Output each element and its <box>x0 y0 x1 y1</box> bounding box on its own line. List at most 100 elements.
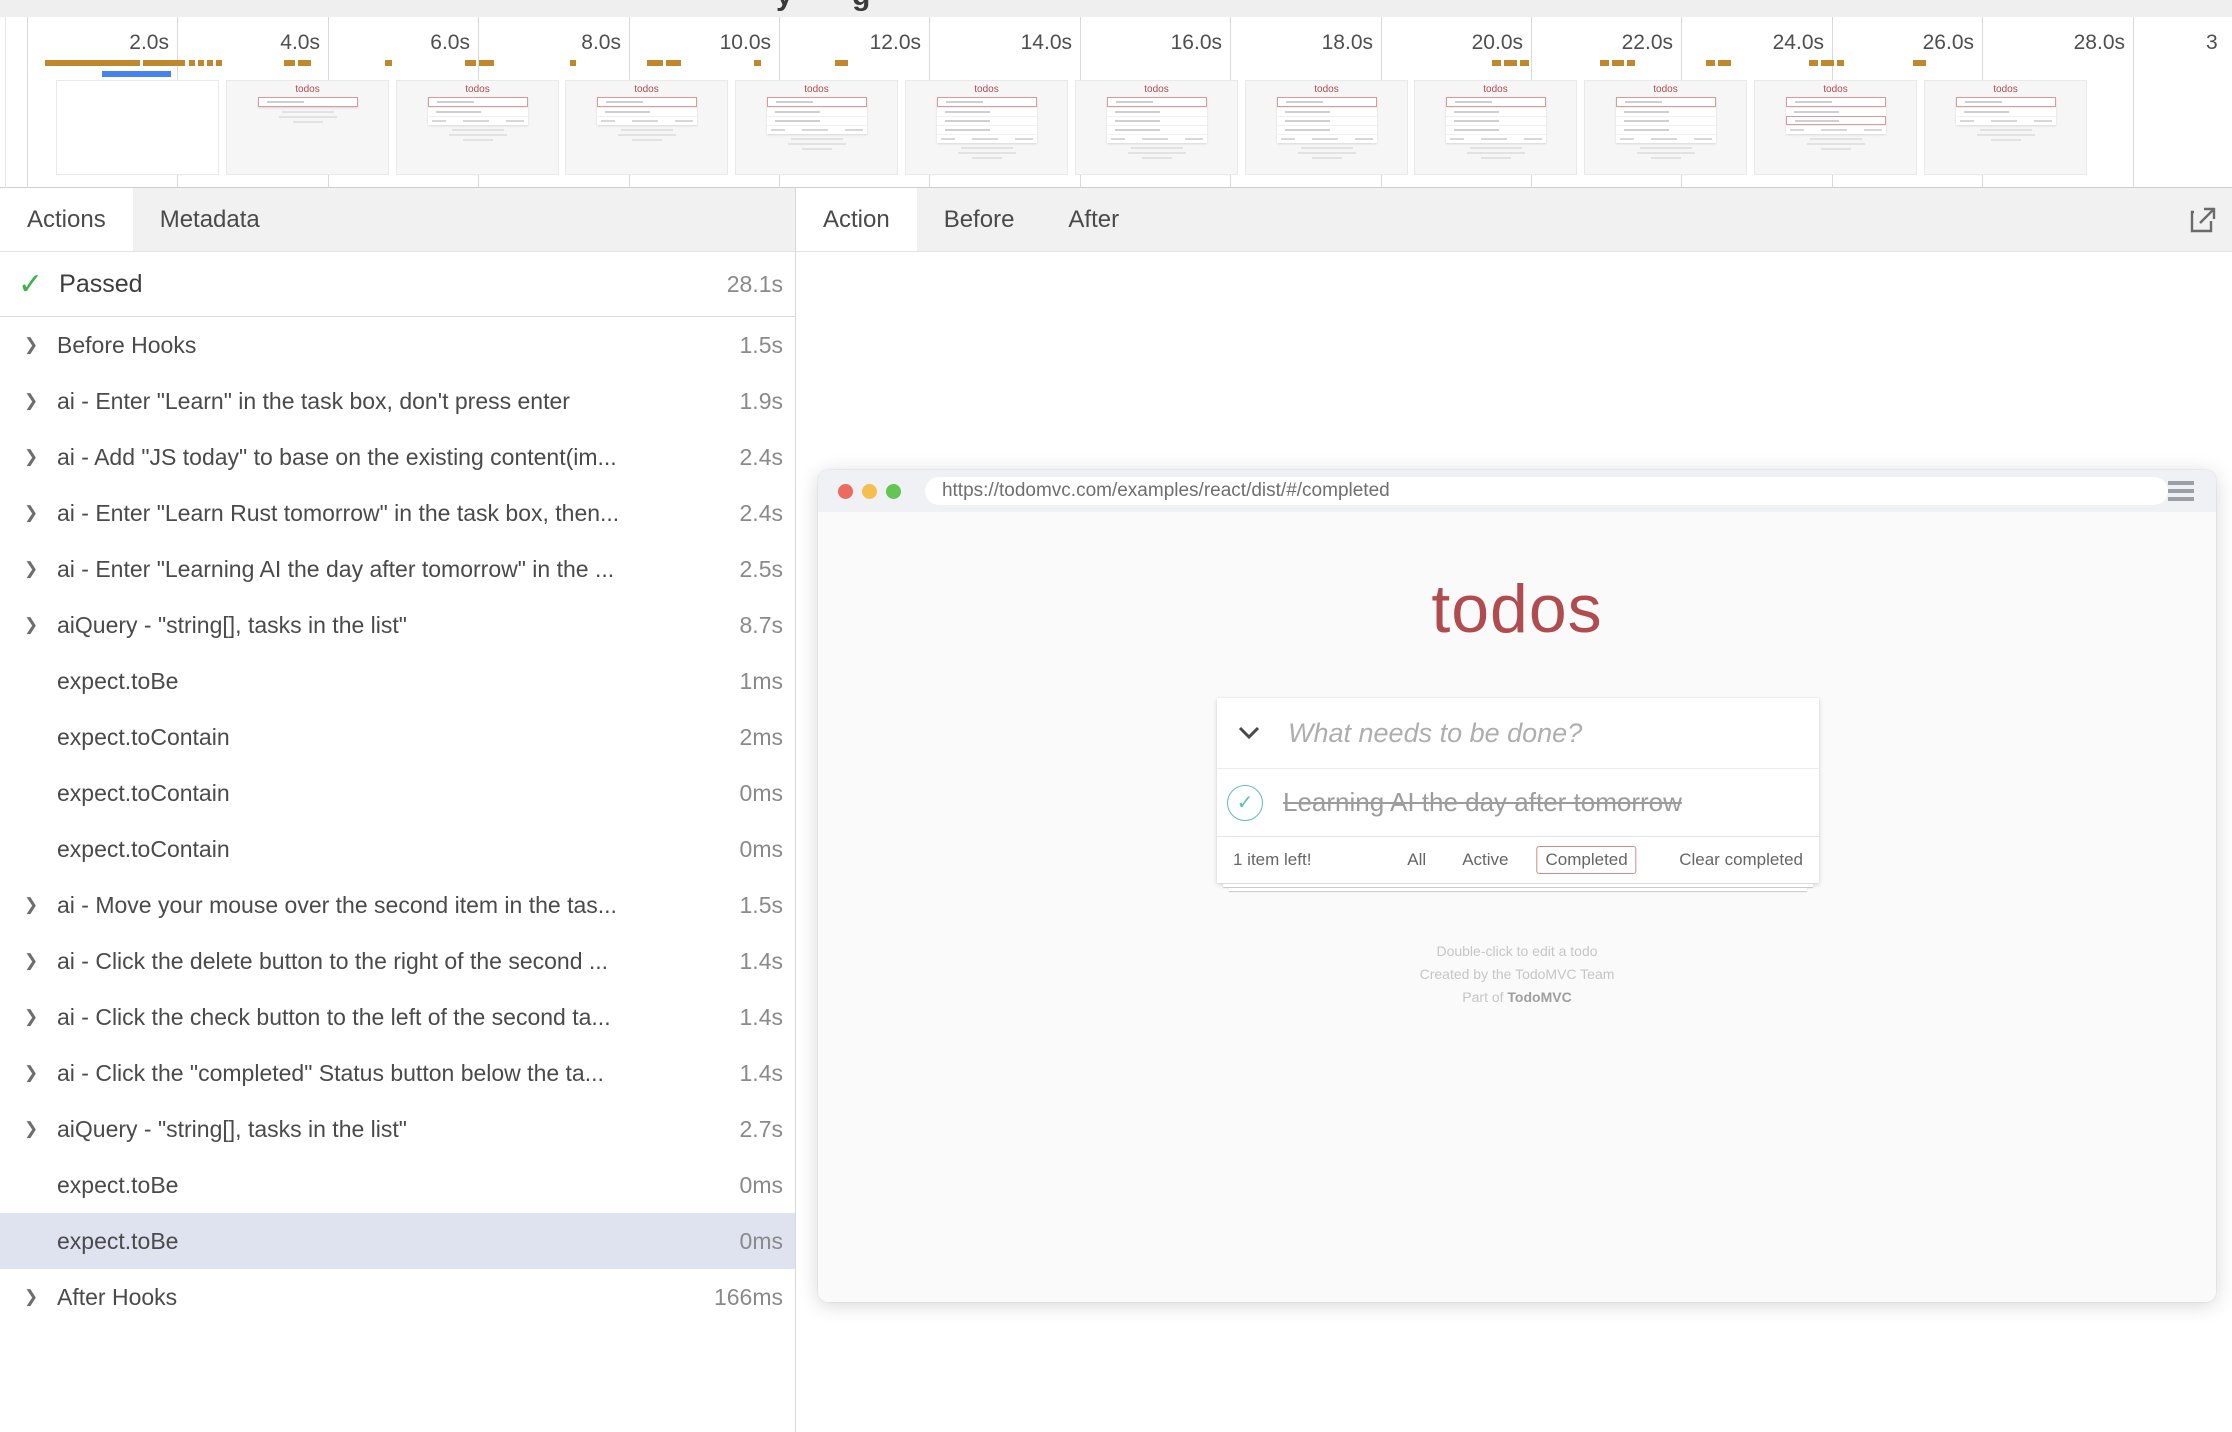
timeline-tick-label: 10.0s <box>639 31 771 55</box>
todo-complete-check-icon[interactable]: ✓ <box>1227 785 1263 821</box>
expand-chevron-icon[interactable]: ❯ <box>24 895 44 915</box>
open-snapshot-external-icon[interactable] <box>2186 203 2220 237</box>
thumbnail-mini-input <box>1107 97 1207 107</box>
tab-metadata[interactable]: Metadata <box>133 188 287 251</box>
timeline-tick-label: 22.0s <box>1541 31 1673 55</box>
traffic-light-zoom <box>886 484 901 499</box>
action-row[interactable]: expect.toContain0ms <box>0 765 795 821</box>
filter-completed[interactable]: Completed <box>1536 846 1636 874</box>
filmstrip-thumbnail[interactable]: todos <box>566 81 727 174</box>
thumbnail-mini-row <box>937 107 1037 116</box>
expand-chevron-icon[interactable]: ❯ <box>24 1119 44 1139</box>
action-span-mark <box>1627 60 1635 66</box>
action-row[interactable]: ❯ ai - Add "JS today" to base on the exis… <box>0 429 795 485</box>
filter-active[interactable]: Active <box>1454 847 1516 873</box>
action-span-mark <box>298 60 311 66</box>
timeline-tick-label: 4.0s <box>188 31 320 55</box>
thumbnail-footer-lines <box>227 111 388 123</box>
expand-chevron-icon[interactable]: ❯ <box>24 335 44 355</box>
action-row[interactable]: expect.toBe0ms <box>0 1213 795 1269</box>
new-todo-placeholder[interactable]: What needs to be done? <box>1288 718 1582 749</box>
filter-all[interactable]: All <box>1399 847 1434 873</box>
filmstrip-thumbnail[interactable]: todos <box>1585 81 1746 174</box>
thumbnail-footer-lines <box>1585 147 1746 159</box>
action-row-label: expect.toBe <box>57 668 728 695</box>
address-bar[interactable]: https://todomvc.com/examples/react/dist/… <box>925 477 2168 505</box>
filmstrip-thumbnail[interactable]: todos <box>1076 81 1237 174</box>
action-row[interactable]: ❯ai - Click the delete button to the rig… <box>0 933 795 989</box>
new-todo-row[interactable]: What needs to be done? <box>1217 698 1819 768</box>
action-row-label: After Hooks <box>57 1284 702 1311</box>
action-row[interactable]: ❯Before Hooks1.5s <box>0 317 795 373</box>
browser-snapshot-window[interactable]: https://todomvc.com/examples/react/dist/… <box>818 470 2216 1302</box>
action-row[interactable]: ❯ai - Enter "Learning AI the day after t… <box>0 541 795 597</box>
todo-item-row[interactable]: ✓ Learning AI the day after tomorrow <box>1217 768 1819 836</box>
action-row[interactable]: ❯ai - Enter "Learn Rust tomorrow" in the… <box>0 485 795 541</box>
action-span-mark <box>647 60 663 66</box>
thumbnail-todos-title: todos <box>1246 84 1407 95</box>
action-row[interactable]: expect.toContain2ms <box>0 709 795 765</box>
filmstrip-thumbnail[interactable]: todos <box>1925 81 2086 174</box>
action-row[interactable]: ❯ aiQuery - "string[], tasks in the list"… <box>0 1101 795 1157</box>
action-row[interactable]: ❯ai - Enter "Learn" in the task box, don… <box>0 373 795 429</box>
expand-chevron-icon[interactable]: ❯ <box>24 1007 44 1027</box>
action-row[interactable]: expect.toBe1ms <box>0 653 795 709</box>
toggle-all-chevron-icon[interactable] <box>1237 726 1261 740</box>
expand-chevron-icon[interactable]: ❯ <box>24 951 44 971</box>
thumbnail-mini-row <box>1446 116 1546 125</box>
thumbnail-todos-title: todos <box>1925 84 2086 95</box>
expand-chevron-icon[interactable]: ❯ <box>24 447 44 467</box>
timeline-tick-label: 8.0s <box>489 31 621 55</box>
action-row[interactable]: ❯ ai - Move your mouse over the second it… <box>0 877 795 933</box>
tab-after[interactable]: After <box>1041 188 1146 251</box>
thumbnail-todos-title: todos <box>906 84 1067 95</box>
action-span-mark <box>479 60 494 66</box>
action-row-label: ai - Move your mouse over the second ite… <box>57 892 728 919</box>
expand-chevron-icon[interactable]: ❯ <box>24 615 44 635</box>
tab-action[interactable]: Action <box>796 188 917 251</box>
thumbnail-mini-row <box>1956 107 2056 116</box>
expand-chevron-icon[interactable]: ❯ <box>24 1287 44 1307</box>
action-row[interactable]: ❯After Hooks166ms <box>0 1269 795 1325</box>
action-row-label: ai - Add "JS today" to base on the exist… <box>57 444 728 471</box>
filmstrip-thumbnail[interactable]: todos <box>227 81 388 174</box>
action-row-duration: 8.7s <box>740 612 783 639</box>
thumbnail-footer-lines <box>906 147 1067 159</box>
filmstrip-thumbnail[interactable]: todos <box>736 81 897 174</box>
thumbnail-mini-card <box>258 97 358 107</box>
expand-chevron-icon[interactable]: ❯ <box>24 1063 44 1083</box>
filmstrip-thumbnail[interactable]: todos <box>1755 81 1916 174</box>
clear-completed-button[interactable]: Clear completed <box>1679 850 1803 870</box>
timeline-filmstrip[interactable]: 2.0s4.0s6.0s8.0s10.0s12.0s14.0s16.0s18.0… <box>0 17 2232 187</box>
action-row-label: aiQuery - "string[], tasks in the list" <box>57 1116 728 1143</box>
filmstrip-thumbnail[interactable]: todos <box>906 81 1067 174</box>
action-row[interactable]: expect.toBe0ms <box>0 1157 795 1213</box>
filmstrip-thumbnail[interactable]: todos <box>1246 81 1407 174</box>
thumbnail-todos-title: todos <box>1755 84 1916 95</box>
hamburger-menu-icon[interactable] <box>2168 477 2194 505</box>
filmstrip-thumbnail[interactable]: todos <box>1415 81 1576 174</box>
action-span-mark <box>1837 60 1844 66</box>
thumbnail-mini-footer <box>597 116 697 125</box>
filmstrip-thumbnail[interactable]: todos <box>397 81 558 174</box>
thumbnail-footer-lines <box>397 129 558 141</box>
action-row[interactable]: ❯ai - Click the check button to the left… <box>0 989 795 1045</box>
action-row[interactable]: ❯ai - Click the "completed" Status butto… <box>0 1045 795 1101</box>
todo-item-text: Learning AI the day after tomorrow <box>1283 787 1682 818</box>
tab-actions[interactable]: Actions <box>0 188 133 251</box>
thumbnail-footer-lines <box>1755 138 1916 150</box>
filmstrip-thumbnail[interactable] <box>57 81 218 174</box>
expand-chevron-icon[interactable]: ❯ <box>24 503 44 523</box>
expand-chevron-icon[interactable]: ❯ <box>24 559 44 579</box>
expand-chevron-icon[interactable]: ❯ <box>24 391 44 411</box>
action-row[interactable]: expect.toContain0ms <box>0 821 795 877</box>
timeline-tick-label: 20.0s <box>1391 31 1523 55</box>
tab-before[interactable]: Before <box>917 188 1042 251</box>
action-row[interactable]: ❯aiQuery - "string[], tasks in the list"… <box>0 597 795 653</box>
todo-card: What needs to be done? ✓ Learning AI the… <box>1217 698 1819 883</box>
thumbnail-mini-row <box>1277 107 1377 116</box>
action-row-label: expect.toBe <box>57 1172 728 1199</box>
action-span-mark <box>1612 60 1624 66</box>
thumbnail-mini-row <box>428 107 528 116</box>
thumbnail-mini-card <box>428 97 528 125</box>
